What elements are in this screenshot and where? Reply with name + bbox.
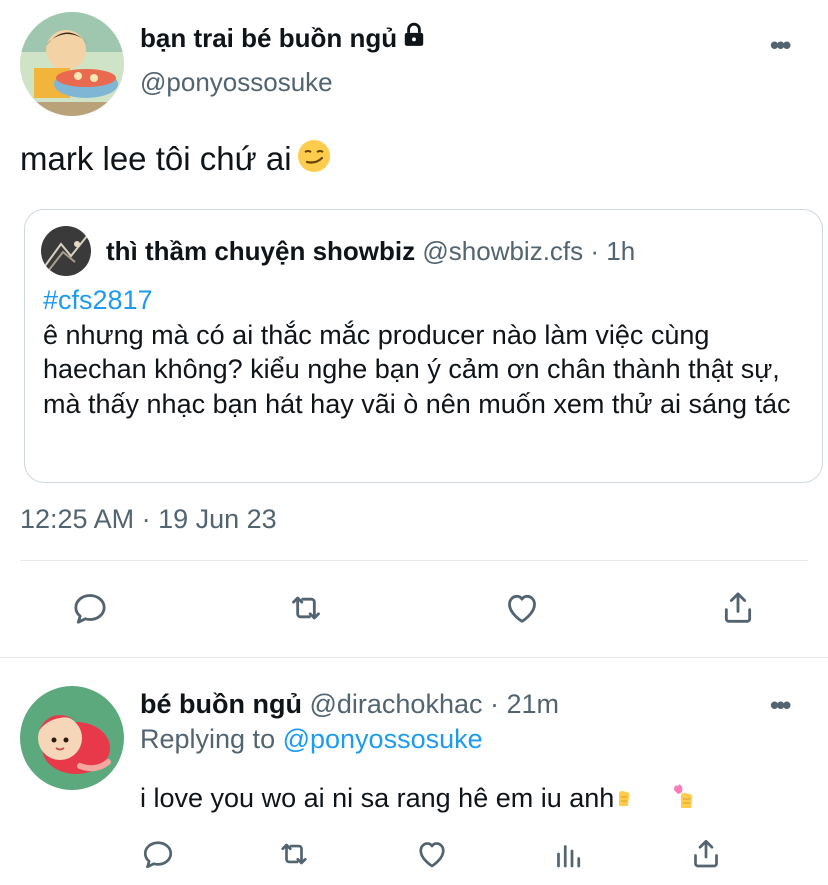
- smirking-face-emoji: [296, 138, 332, 182]
- author-name-row[interactable]: bạn trai bé buồn ngủ: [140, 22, 427, 55]
- reply-icon[interactable]: [70, 588, 110, 628]
- replying-to-line: Replying to @ponyossosuke: [140, 724, 483, 755]
- views-icon[interactable]: [551, 836, 587, 872]
- quoted-handle[interactable]: @showbiz.cfs: [422, 236, 583, 266]
- quoted-hashtag[interactable]: #cfs2817: [43, 283, 813, 318]
- reply-separator: ·: [482, 689, 507, 719]
- reply-handle[interactable]: @dirachokhac: [309, 689, 482, 719]
- quoted-text-block: #cfs2817 ê nhưng mà có ai thắc mắc produ…: [43, 283, 813, 421]
- finger-emoji: [614, 784, 634, 817]
- share-icon[interactable]: [718, 588, 758, 628]
- reply-display-name[interactable]: bé buồn ngủ: [140, 689, 302, 719]
- quoted-avatar-illustration: [41, 226, 91, 276]
- reply-icon[interactable]: [140, 836, 176, 872]
- quoted-author-avatar[interactable]: [41, 226, 91, 276]
- quoted-separator: ·: [583, 236, 607, 266]
- retweet-icon[interactable]: [286, 588, 326, 628]
- like-icon[interactable]: [414, 836, 450, 872]
- reply-text: i love you wo ai ni sa rang hê em iu anh: [140, 783, 615, 813]
- quoted-display-name[interactable]: thì thầm chuyện showbiz: [106, 236, 415, 266]
- reply-time: 21m: [506, 689, 560, 719]
- quoted-text: ê nhưng mà có ai thắc mắc producer nào l…: [43, 319, 791, 419]
- tweet-text: mark lee tôi chứ ai: [20, 138, 332, 182]
- reply-text-row: i love you wo ai ni sa rang hê em iu anh: [140, 780, 698, 817]
- author-display-name[interactable]: bạn trai bé buồn ngủ: [140, 23, 397, 53]
- like-icon[interactable]: [502, 588, 542, 628]
- kiss-emoji: [668, 780, 698, 817]
- tweet-text-content: mark lee tôi chứ ai: [20, 140, 292, 177]
- quoted-time: 1h: [606, 236, 636, 266]
- author-handle[interactable]: @ponyossosuke: [140, 67, 333, 98]
- quoted-header: thì thầm chuyện showbiz @showbiz.cfs · 1…: [106, 236, 635, 267]
- avatar-illustration: [20, 12, 124, 116]
- author-avatar[interactable]: [20, 12, 124, 116]
- reply-avatar-illustration: [20, 686, 124, 790]
- more-options-icon[interactable]: •••: [770, 30, 791, 61]
- lock-icon: [401, 22, 427, 55]
- reply-header: bé buồn ngủ @dirachokhac · 21m: [140, 689, 559, 720]
- retweet-icon[interactable]: [276, 836, 312, 872]
- replying-mention[interactable]: @ponyossosuke: [283, 724, 483, 754]
- tweet-timestamp[interactable]: 12:25 AM · 19 Jun 23: [20, 504, 277, 535]
- reply-author-avatar[interactable]: [20, 686, 124, 790]
- more-options-icon[interactable]: •••: [770, 690, 791, 721]
- divider: [0, 657, 828, 658]
- replying-prefix: Replying to: [140, 724, 283, 754]
- divider: [20, 560, 808, 561]
- share-icon[interactable]: [688, 836, 724, 872]
